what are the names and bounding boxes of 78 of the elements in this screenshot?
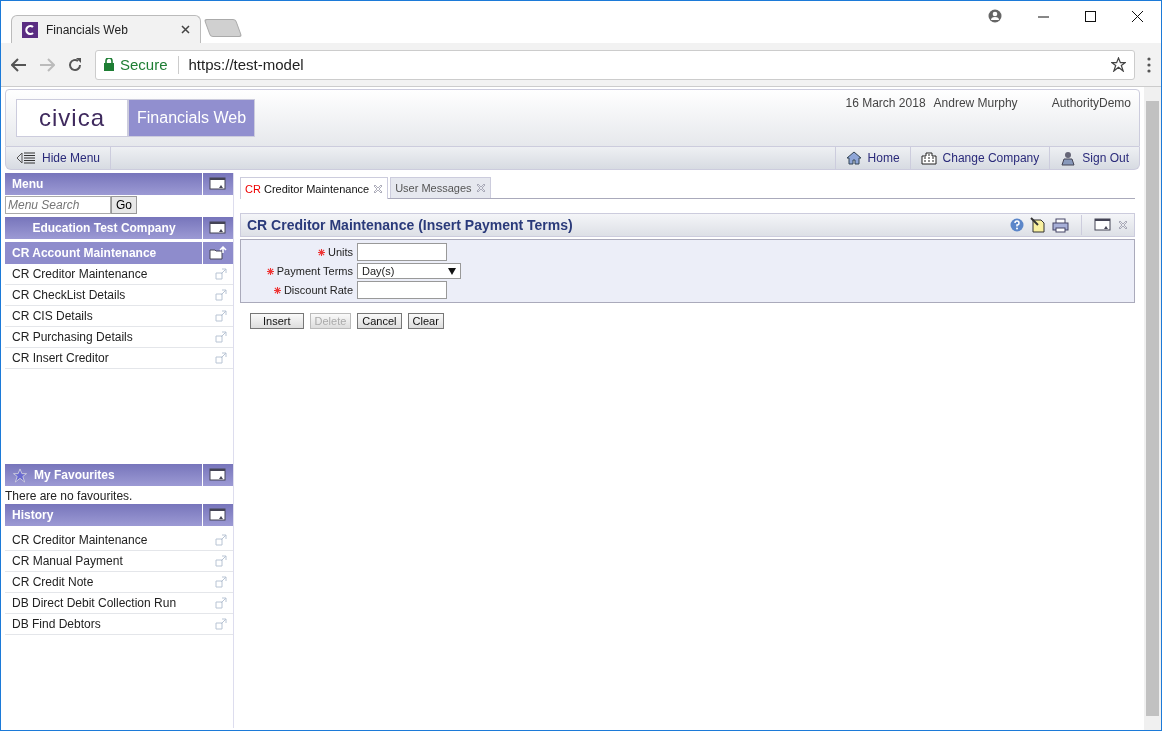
- empty-message: There are no favourites.: [5, 488, 134, 504]
- window-icon[interactable]: [209, 177, 227, 191]
- panel-title: History: [12, 508, 55, 522]
- panel-title: My Favourites: [34, 468, 116, 482]
- content-tab[interactable]: CR Creditor Maintenance: [240, 177, 389, 199]
- field-label: Payment Terms: [241, 265, 353, 277]
- input-field[interactable]: [357, 243, 447, 261]
- nav-link[interactable]: Change Company: [909, 147, 1050, 169]
- open-window-icon[interactable]: [215, 576, 227, 588]
- menu-item[interactable]: CR Creditor Maintenance: [5, 264, 233, 285]
- close-icon[interactable]: [1132, 10, 1143, 22]
- content-tab[interactable]: User Messages: [390, 177, 491, 198]
- user-name: Andrew Murphy: [933, 96, 1018, 110]
- date-text: 16 March 2018: [845, 96, 926, 110]
- history-item[interactable]: DB Find Debtors: [5, 614, 233, 635]
- app-logo-icon: [22, 21, 38, 38]
- browser-tab[interactable]: Financials Web: [11, 15, 201, 43]
- padlock-icon: [104, 58, 114, 71]
- hide-menu-button[interactable]: Hide Menu: [6, 147, 112, 169]
- page-title: CR Creditor Maintenance (Insert Payment Terms): [247, 217, 574, 233]
- history-item[interactable]: CR Manual Payment: [5, 551, 233, 572]
- open-window-icon[interactable]: [215, 555, 227, 567]
- collapse-menu-icon: [16, 152, 36, 164]
- window-icon[interactable]: [1094, 218, 1112, 232]
- maximize-icon[interactable]: [1085, 10, 1096, 22]
- window-icon[interactable]: [209, 468, 227, 482]
- building-icon: [920, 151, 937, 165]
- open-window-icon[interactable]: [215, 268, 227, 280]
- open-window-icon[interactable]: [215, 352, 227, 364]
- history-item[interactable]: DB Direct Debit Collection Run: [5, 593, 233, 614]
- form-button[interactable]: Insert: [250, 313, 304, 329]
- close-icon[interactable]: [181, 25, 190, 34]
- profile-icon[interactable]: [988, 9, 1002, 23]
- person-icon: [1060, 150, 1077, 166]
- menu-item[interactable]: CR Purchasing Details: [5, 327, 233, 348]
- nav-link[interactable]: Home: [834, 147, 910, 169]
- star-icon[interactable]: [1111, 57, 1126, 72]
- open-window-icon[interactable]: [215, 534, 227, 546]
- folder-up-icon[interactable]: [209, 246, 227, 260]
- more-icon[interactable]: [1147, 56, 1151, 73]
- new-tab-button[interactable]: [203, 19, 243, 37]
- house-icon: [845, 151, 862, 165]
- print-icon[interactable]: [1052, 217, 1069, 233]
- field-label: Discount Rate: [241, 284, 353, 296]
- dropdown-arrow-icon: [448, 267, 456, 275]
- window-icon[interactable]: [209, 221, 227, 235]
- menu-item[interactable]: CR CIS Details: [5, 306, 233, 327]
- section-title: CR Account Maintenance: [12, 246, 158, 260]
- window-icon[interactable]: [209, 508, 227, 522]
- form-button[interactable]: Clear: [407, 313, 444, 329]
- open-window-icon[interactable]: [215, 310, 227, 322]
- menu-item[interactable]: CR CheckList Details: [5, 285, 233, 306]
- help-icon[interactable]: [1010, 218, 1024, 232]
- history-item[interactable]: CR Creditor Maintenance: [5, 530, 233, 551]
- panel-title: Menu: [12, 177, 45, 191]
- edit-note-icon[interactable]: [1030, 217, 1046, 233]
- star-icon: [12, 467, 28, 483]
- open-window-icon[interactable]: [215, 289, 227, 301]
- back-icon[interactable]: [11, 57, 27, 72]
- form-button[interactable]: Cancel: [357, 313, 402, 329]
- logo: civica: [16, 99, 128, 137]
- go-button[interactable]: Go: [111, 196, 137, 214]
- nav-link[interactable]: Sign Out: [1049, 147, 1139, 169]
- open-window-icon[interactable]: [215, 618, 227, 630]
- forward-icon[interactable]: [39, 57, 55, 72]
- reload-icon[interactable]: [67, 56, 83, 73]
- field-label: Units: [241, 246, 353, 258]
- input-field[interactable]: [357, 281, 447, 299]
- product-name: Financials Web: [128, 99, 256, 137]
- address-bar[interactable]: Secure https://test-model: [95, 49, 1135, 80]
- dropdown-field[interactable]: Day(s): [357, 263, 461, 279]
- menu-search-field[interactable]: Menu Search: [5, 196, 111, 214]
- authority-name: AuthorityDemo: [1051, 96, 1131, 110]
- open-window-icon[interactable]: [215, 597, 227, 609]
- menu-item[interactable]: CR Insert Creditor: [5, 348, 233, 369]
- history-item[interactable]: CR Credit Note: [5, 572, 233, 593]
- company-name: Education Test Company: [31, 221, 177, 235]
- open-window-icon[interactable]: [215, 331, 227, 343]
